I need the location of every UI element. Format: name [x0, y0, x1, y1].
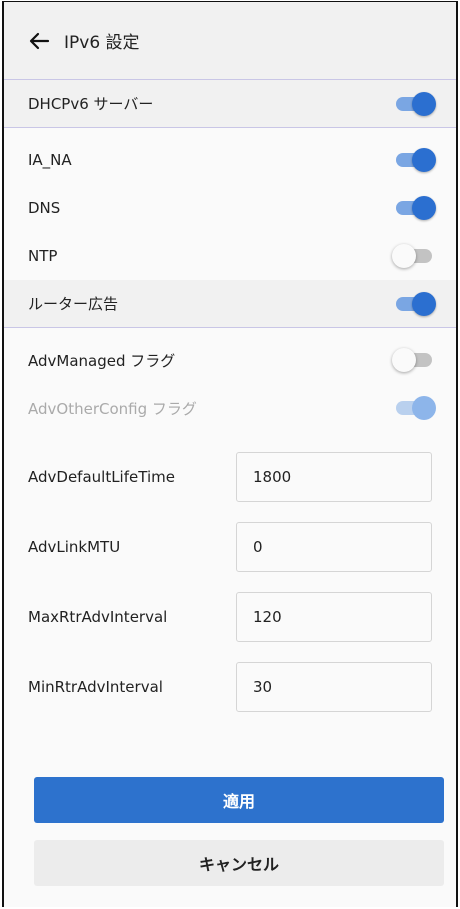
page-title: IPv6 設定 — [64, 33, 140, 53]
adv-link-mtu-row: AdvLinkMTU 0 — [4, 512, 456, 582]
dhcpv6-server-row[interactable]: DHCPv6 サーバー — [4, 80, 456, 128]
ntp-row[interactable]: NTP — [4, 232, 456, 280]
router-advertisement-row[interactable]: ルーター広告 — [4, 280, 456, 328]
min-rtr-adv-interval-input[interactable]: 30 — [236, 662, 432, 712]
adv-link-mtu-input[interactable]: 0 — [236, 522, 432, 572]
cancel-button[interactable]: キャンセル — [34, 840, 444, 886]
dhcpv6-server-label: DHCPv6 サーバー — [28, 95, 154, 113]
apply-button[interactable]: 適用 — [34, 777, 444, 823]
router-advertisement-toggle[interactable] — [392, 290, 436, 318]
ntp-label: NTP — [28, 247, 58, 265]
adv-other-config-label: AdvOtherConfig フラグ — [28, 399, 197, 418]
ia-na-label: IA_NA — [28, 151, 72, 169]
adv-other-config-row: AdvOtherConfig フラグ — [4, 384, 456, 432]
app-bar: IPv6 設定 — [4, 2, 456, 80]
min-rtr-adv-interval-row: MinRtrAdvInterval 30 — [4, 652, 456, 722]
max-rtr-adv-interval-input[interactable]: 120 — [236, 592, 432, 642]
dhcpv6-server-toggle[interactable] — [392, 90, 436, 118]
adv-managed-toggle[interactable] — [392, 346, 436, 374]
ipv6-settings-screen: IPv6 設定 DHCPv6 サーバー IA_NA DNS NTP ルーター広告… — [2, 1, 458, 907]
min-rtr-adv-interval-label: MinRtrAdvInterval — [28, 678, 163, 696]
adv-default-lifetime-row: AdvDefaultLifeTime 1800 — [4, 442, 456, 512]
ra-parameters: AdvDefaultLifeTime 1800 AdvLinkMTU 0 Max… — [4, 432, 456, 722]
max-rtr-adv-interval-row: MaxRtrAdvInterval 120 — [4, 582, 456, 652]
dns-label: DNS — [28, 199, 61, 217]
max-rtr-adv-interval-label: MaxRtrAdvInterval — [28, 608, 168, 626]
adv-managed-label: AdvManaged フラグ — [28, 351, 176, 370]
adv-other-config-toggle — [392, 394, 436, 422]
adv-link-mtu-label: AdvLinkMTU — [28, 538, 121, 556]
adv-managed-row[interactable]: AdvManaged フラグ — [4, 336, 456, 384]
router-advertisement-label: ルーター広告 — [28, 295, 119, 313]
adv-default-lifetime-label: AdvDefaultLifeTime — [28, 468, 175, 486]
adv-default-lifetime-input[interactable]: 1800 — [236, 452, 432, 502]
dns-toggle[interactable] — [392, 194, 436, 222]
arrow-left-icon[interactable] — [28, 30, 50, 52]
ntp-toggle[interactable] — [392, 242, 436, 270]
dns-row[interactable]: DNS — [4, 184, 456, 232]
ia-na-toggle[interactable] — [392, 146, 436, 174]
ia-na-row[interactable]: IA_NA — [4, 136, 456, 184]
